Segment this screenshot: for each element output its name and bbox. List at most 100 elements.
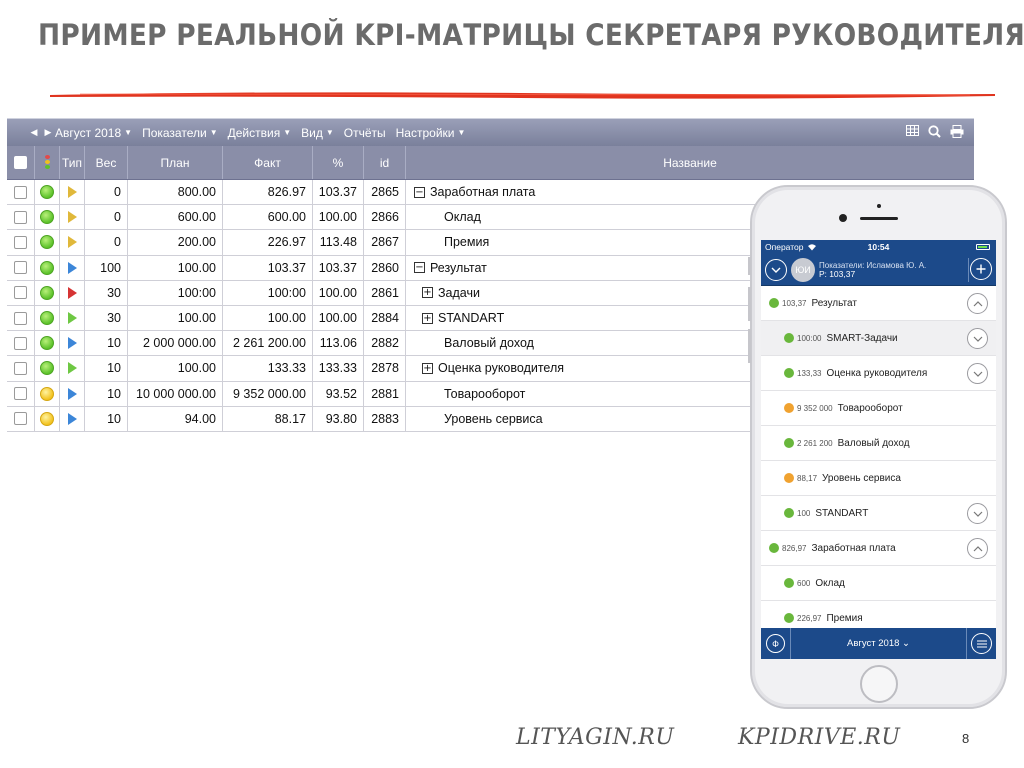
status-dot-icon: [40, 361, 54, 376]
status-dot-icon: [40, 235, 54, 250]
header-weight[interactable]: Вес: [85, 146, 128, 179]
menu-view[interactable]: Вид ▼: [301, 126, 334, 140]
slide-title: ПРИМЕР РЕАЛЬНОЙ KPI-МАТРИЦЫ СЕКРЕТАРЯ РУ…: [38, 18, 1024, 52]
id-cell: 2881: [364, 381, 406, 406]
phone-list-item[interactable]: 600 Оклад: [761, 566, 996, 601]
status-cell: [35, 331, 60, 356]
indicator-name: Уровень сервиса: [444, 411, 543, 426]
expand-icon[interactable]: +: [422, 362, 433, 374]
chevron-down-icon[interactable]: [967, 363, 988, 384]
footer-period[interactable]: Август 2018 ⌄: [847, 638, 910, 649]
item-value: 600: [797, 578, 811, 588]
prev-arrow-icon[interactable]: ◀: [27, 127, 41, 138]
row-select: [7, 205, 35, 230]
menu-settings[interactable]: Настройки ▼: [396, 126, 466, 140]
phone-list-item[interactable]: 133,33 Оценка руководителя: [761, 356, 996, 391]
percent-cell: 103.37: [313, 255, 364, 280]
percent-cell: 113.06: [313, 331, 364, 356]
row-checkbox[interactable]: [14, 336, 27, 350]
header-type[interactable]: Тип: [60, 146, 85, 179]
row-checkbox[interactable]: [14, 235, 27, 249]
expand-icon[interactable]: +: [422, 312, 433, 324]
avatar[interactable]: ЮИ: [791, 257, 815, 282]
chevron-down-icon[interactable]: [967, 328, 988, 349]
select-all-checkbox[interactable]: [14, 156, 27, 169]
footer-link-lityagin[interactable]: LITYAGIN.RU: [516, 725, 674, 750]
indicator-name: Валовый доход: [444, 336, 534, 351]
collapse-icon[interactable]: −: [414, 186, 425, 198]
fact-cell: 103.37: [223, 255, 313, 280]
menu-reports[interactable]: Отчёты: [344, 126, 386, 140]
status-dot-icon: [784, 473, 794, 483]
chevron-up-icon[interactable]: [967, 293, 988, 314]
item-value: 88,17: [797, 473, 818, 483]
id-cell: 2867: [364, 230, 406, 255]
type-cell: [60, 381, 85, 406]
status-dot-icon: [40, 260, 54, 275]
chevron-up-icon[interactable]: [967, 538, 988, 559]
clock-label: 10:54: [867, 242, 890, 252]
weight-cell: 10: [85, 331, 128, 356]
plan-cell: 800.00: [128, 180, 223, 205]
status-dot-icon: [40, 285, 54, 300]
row-checkbox[interactable]: [14, 387, 27, 401]
next-arrow-icon[interactable]: ▶: [41, 127, 55, 138]
print-icon[interactable]: [950, 125, 964, 138]
row-select: [7, 255, 35, 280]
filter-button-wrap: Ф: [761, 628, 791, 659]
header-name[interactable]: Название: [406, 146, 974, 179]
fact-cell: 100:00: [223, 280, 313, 305]
row-checkbox[interactable]: [14, 361, 27, 375]
status-dot-icon: [784, 368, 794, 378]
chevron-down-icon: ▼: [325, 128, 334, 137]
menu-actions-label: Действия: [227, 125, 281, 140]
phone-list-item[interactable]: 9 352 000 Товарооборот: [761, 391, 996, 426]
phone-list-item[interactable]: 103,37 Результат: [761, 286, 996, 321]
fact-cell: 9 352 000.00: [223, 381, 313, 406]
id-cell: 2865: [364, 180, 406, 205]
item-label: STANDART: [815, 507, 869, 519]
menu-reports-label: Отчёты: [343, 125, 386, 140]
phone-list-item[interactable]: 826,97 Заработная плата: [761, 531, 996, 566]
add-button[interactable]: [970, 258, 992, 280]
row-checkbox[interactable]: [14, 286, 27, 300]
collapse-button[interactable]: [765, 258, 787, 281]
header-id[interactable]: id: [364, 146, 406, 179]
chevron-down-icon: [771, 267, 781, 273]
header-fact[interactable]: Факт: [223, 146, 313, 179]
phone-list-item[interactable]: 100:00 SMART-Задачи: [761, 321, 996, 356]
chevron-down-icon[interactable]: [967, 503, 988, 524]
item-label: Уровень сервиса: [822, 472, 901, 484]
table-icon[interactable]: [906, 125, 919, 137]
phone-indicator-list: 103,37 Результат 100:00 SMART-Задачи 133,33 О…: [761, 286, 996, 636]
type-flag-icon: [67, 211, 77, 224]
menu-actions[interactable]: Действия ▼: [228, 126, 292, 140]
row-checkbox[interactable]: [14, 261, 27, 275]
filter-button[interactable]: Ф: [766, 634, 785, 653]
main-toolbar: ◀ ▶ Август 2018 ▼ Показатели ▼ Действия ▼ В…: [7, 118, 974, 146]
status-dot-icon: [784, 438, 794, 448]
weight-cell: 30: [85, 280, 128, 305]
header-plan[interactable]: План: [128, 146, 223, 179]
status-cell: [35, 205, 60, 230]
collapse-icon[interactable]: −: [414, 262, 425, 274]
phone-list-item[interactable]: 88,17 Уровень сервиса: [761, 461, 996, 496]
type-flag-icon: [67, 337, 77, 350]
item-label: Результат: [811, 297, 857, 309]
menu-button[interactable]: [971, 633, 992, 654]
expand-icon[interactable]: +: [422, 287, 433, 299]
search-icon[interactable]: [928, 125, 941, 138]
menu-indicators[interactable]: Показатели ▼: [142, 126, 218, 140]
phone-list-item[interactable]: 2 261 200 Валовый доход: [761, 426, 996, 461]
row-checkbox[interactable]: [14, 210, 27, 224]
footer-link-kpidrive[interactable]: KPIDRIVE.RU: [738, 725, 900, 750]
row-checkbox[interactable]: [14, 412, 27, 426]
header-select-all[interactable]: [7, 146, 35, 179]
plan-cell: 2 000 000.00: [128, 331, 223, 356]
row-checkbox[interactable]: [14, 185, 27, 199]
header-percent[interactable]: %: [313, 146, 364, 179]
status-dot-icon: [40, 411, 54, 426]
phone-list-item[interactable]: 100 STANDART: [761, 496, 996, 531]
period-selector[interactable]: Август 2018 ▼: [55, 126, 132, 140]
row-checkbox[interactable]: [14, 311, 27, 325]
